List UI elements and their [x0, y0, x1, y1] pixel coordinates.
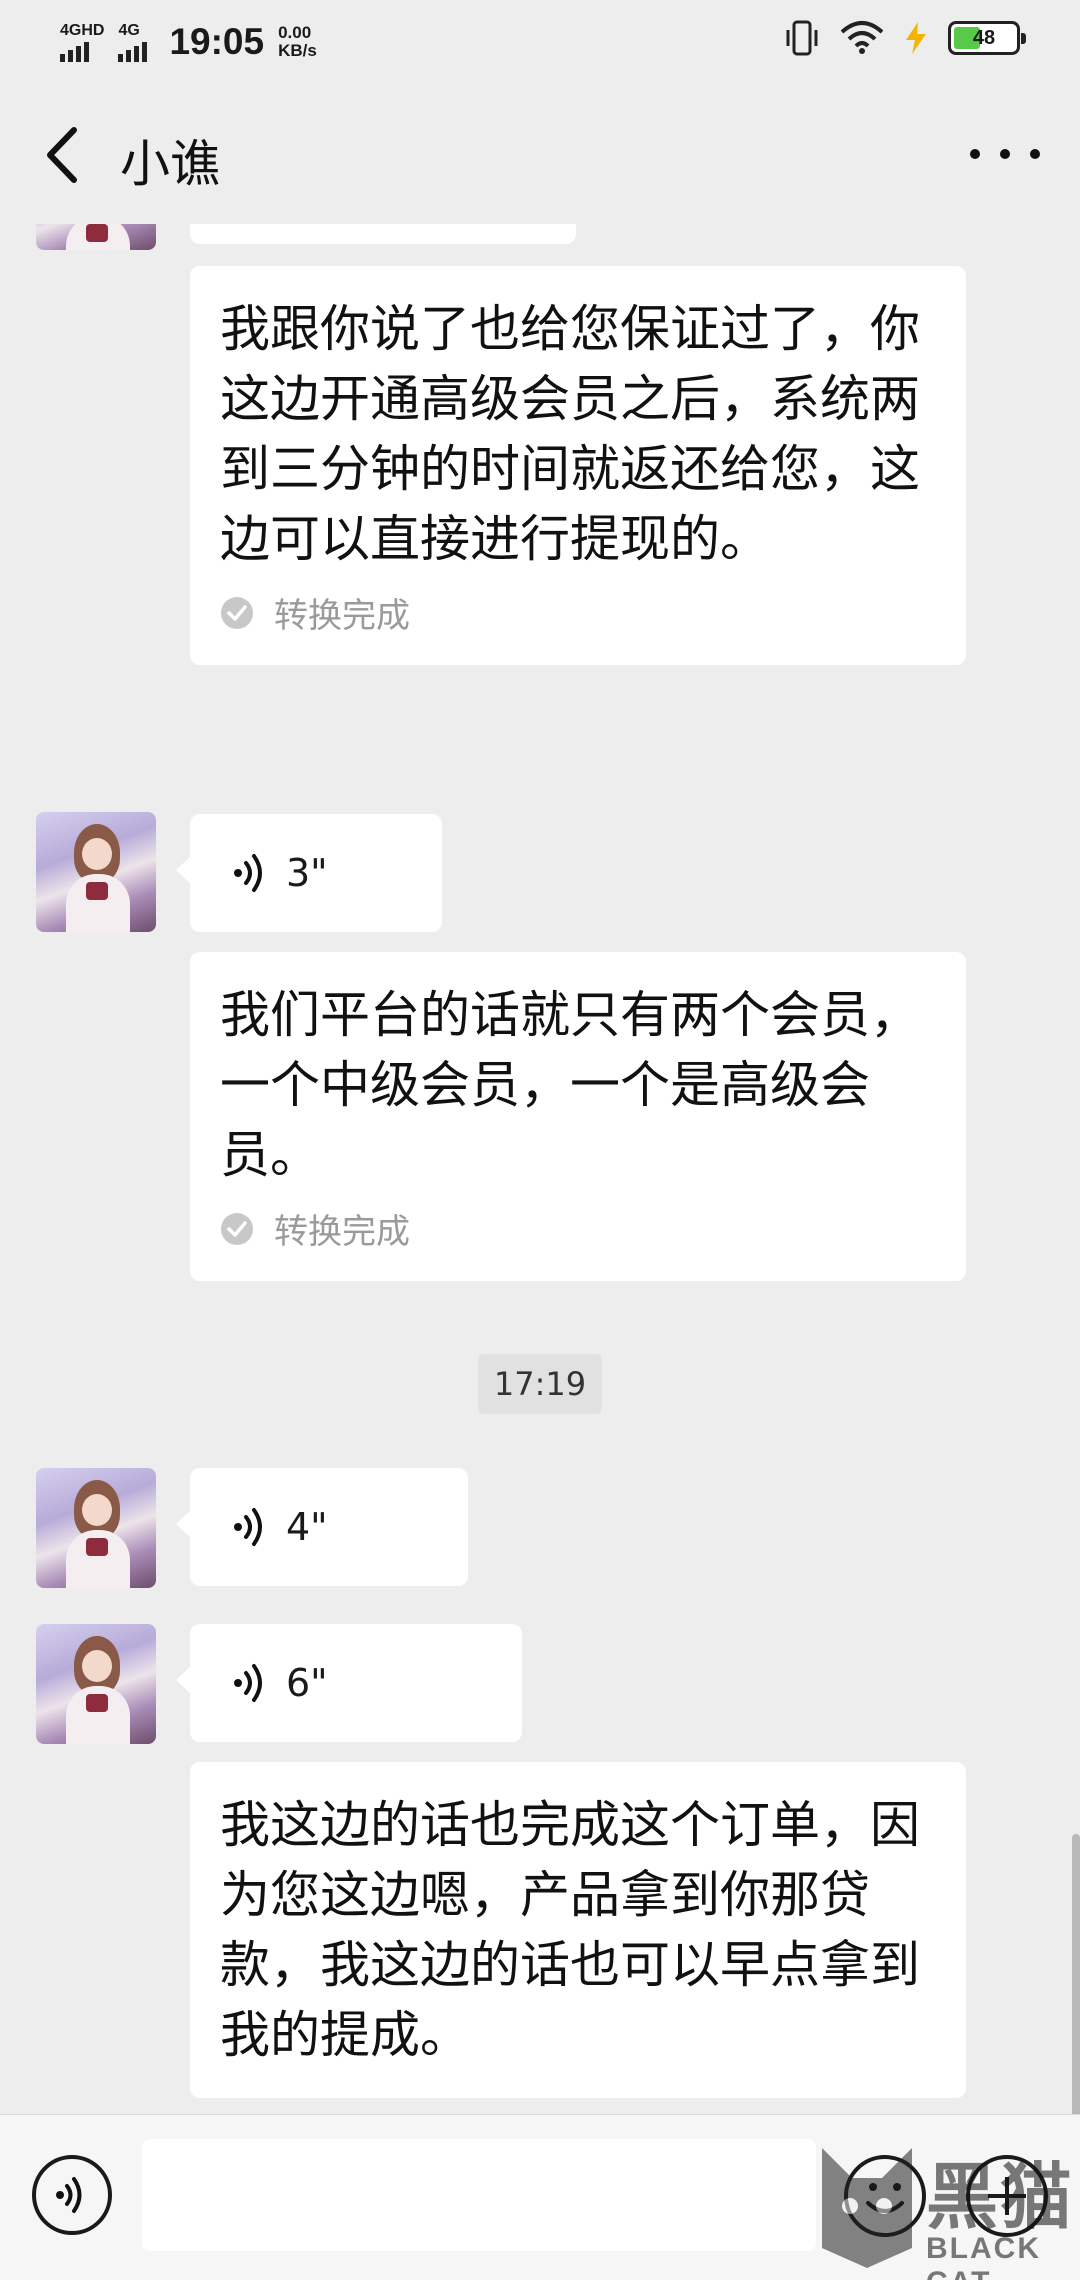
signal-bars-icon: [60, 41, 89, 62]
net-speed-unit: KB/s: [278, 41, 317, 60]
message-bubble-partial: [190, 224, 576, 244]
black-cat-watermark: 黑猫 BLACK CAT: [808, 2132, 1080, 2280]
check-circle-icon: [221, 596, 253, 629]
chevron-left-icon: [47, 127, 77, 183]
more-button[interactable]: [970, 134, 1040, 174]
status-time: 19:05: [169, 21, 265, 62]
voice-message[interactable]: 3": [176, 814, 442, 932]
watermark-text-en: BLACK CAT: [926, 2232, 1041, 2280]
battery-icon: 48: [948, 21, 1026, 55]
voice-message[interactable]: 6": [176, 1624, 522, 1742]
voice-input-button[interactable]: [32, 2155, 112, 2235]
voice-wave-icon: [234, 1664, 262, 1702]
more-dots-icon: [970, 149, 980, 159]
charging-icon: [906, 22, 926, 54]
conversion-status: 转换完成: [220, 588, 936, 637]
voice-duration: 6": [286, 1661, 328, 1705]
avatar[interactable]: [36, 1624, 156, 1744]
watermark-text-cn: 黑猫: [926, 2155, 1075, 2239]
message-text: 我跟你说了也给您保证过了，你这边开通高级会员之后，系统两到三分钟的时间就返还给您…: [220, 300, 920, 568]
voice-duration: 4": [286, 1505, 328, 1549]
voice-message[interactable]: 4": [176, 1468, 468, 1586]
chat-area[interactable]: 我跟你说了也给您保证过了，你这边开通高级会员之后，系统两到三分钟的时间就返还给您…: [0, 224, 1080, 2114]
wifi-icon: [840, 21, 884, 54]
battery-level: 48: [972, 26, 996, 49]
net-speed-value: 0.00: [278, 23, 312, 42]
message-bubble[interactable]: 我们平台的话就只有两个会员，一个中级会员，一个是高级会员。 转换完成: [190, 952, 966, 1281]
voice-duration: 3": [286, 851, 328, 895]
sim2-label: 4G: [118, 21, 140, 39]
message-text: 我这边的话也完成这个订单，因为您这边嗯，产品拿到你那贷款，我这边的话也可以早点拿…: [220, 1796, 920, 2064]
signal-bars-icon: [118, 41, 148, 62]
sim1-label: 4GHD: [60, 21, 105, 39]
conversion-status: 转换完成: [220, 1204, 936, 1253]
message-text: 我们平台的话就只有两个会员，一个中级会员，一个是高级会员。: [220, 986, 920, 1184]
avatar[interactable]: [36, 224, 156, 250]
cat-logo-icon: [822, 2148, 912, 2268]
sim2-signal: 4G: [118, 21, 148, 62]
voice-wave-icon: [234, 854, 262, 892]
voice-input-icon: [56, 2177, 82, 2213]
status-bar: 4GHD 4G 19:05 0.00 KB/s 48: [0, 0, 1080, 84]
message-bubble[interactable]: 我跟你说了也给您保证过了，你这边开通高级会员之后，系统两到三分钟的时间就返还给您…: [190, 266, 966, 665]
conversion-status-label: 转换完成: [274, 596, 410, 636]
back-button[interactable]: [32, 120, 92, 190]
check-circle-icon: [221, 1212, 253, 1245]
page-title: 小谯: [120, 135, 220, 193]
conversion-status-label: 转换完成: [274, 1212, 410, 1252]
voice-wave-icon: [234, 1508, 262, 1546]
message-timestamp: 17:19: [478, 1354, 602, 1414]
status-icons: 48: [784, 18, 1026, 58]
avatar[interactable]: [36, 812, 156, 932]
chat-header: 小谯: [0, 84, 1080, 224]
avatar[interactable]: [36, 1468, 156, 1588]
sim1-signal: 4GHD: [60, 21, 105, 62]
message-bubble[interactable]: 我这边的话也完成这个订单，因为您这边嗯，产品拿到你那贷款，我这边的话也可以早点拿…: [190, 1762, 966, 2098]
message-input[interactable]: [142, 2139, 816, 2251]
net-speed: 0.00 KB/s: [278, 24, 317, 60]
vibrate-icon: [786, 20, 818, 56]
scrollbar[interactable]: [1072, 1834, 1080, 2114]
